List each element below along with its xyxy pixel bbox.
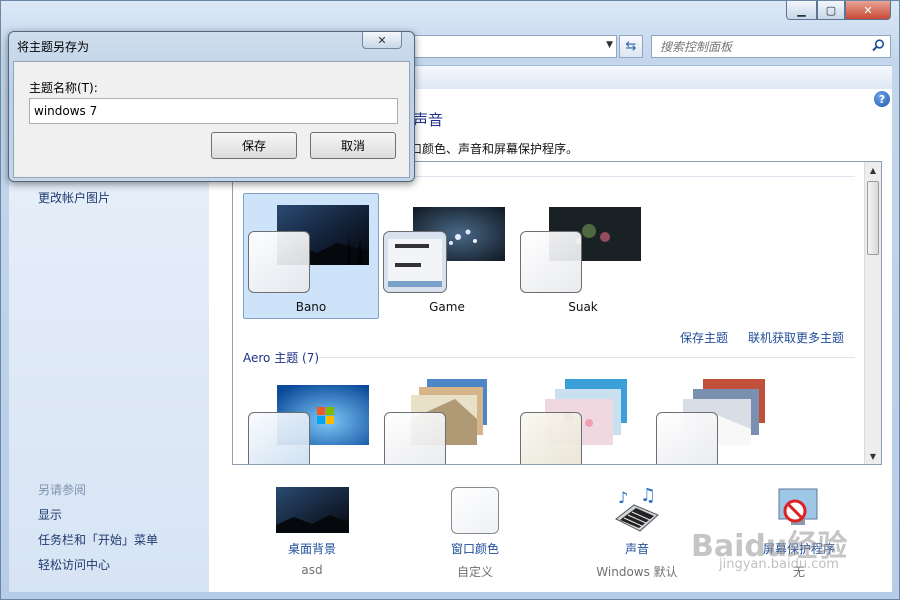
sound-icon[interactable]: ♪ ♫ xyxy=(612,487,662,533)
sidebar-link-change-picture[interactable]: 更改帐户图片 xyxy=(38,189,110,206)
desktop-background-link[interactable]: 桌面背景 xyxy=(252,540,372,557)
search-icon[interactable] xyxy=(872,39,885,56)
minimize-button[interactable]: ▁ xyxy=(786,1,817,20)
theme-name: Bano xyxy=(295,300,327,314)
get-more-themes-online-link[interactable]: 联机获取更多主题 xyxy=(748,329,844,346)
theme-name-input[interactable] xyxy=(29,98,398,124)
svg-text:♫: ♫ xyxy=(640,487,656,506)
close-button[interactable]: ✕ xyxy=(845,1,891,20)
window-color-link[interactable]: 窗口颜色 xyxy=(415,540,535,557)
aero-themes-header: Aero 主题 (7) xyxy=(243,351,320,365)
theme-list[interactable]: Bano Game Suak 保存主题 联机获取更多主题 Aero 主题 (7)… xyxy=(232,161,882,465)
window-color-preview-icon xyxy=(383,231,447,293)
dialog-close-button[interactable]: ✕ xyxy=(362,32,402,49)
page-description: 窗口颜色、声音和屏幕保护程序。 xyxy=(398,142,579,156)
window-glass-icon xyxy=(520,412,582,464)
dialog-body: 主题名称(T): 保存 取消 xyxy=(13,61,410,178)
desktop-background-value: asd xyxy=(301,563,323,577)
theme-name: Game xyxy=(429,300,465,314)
sound-link[interactable]: 声音 xyxy=(577,540,697,557)
vertical-scrollbar[interactable]: ▲ ▼ xyxy=(864,162,881,464)
caption-buttons: ▁ ▢ ✕ xyxy=(786,1,891,20)
address-dropdown-icon[interactable]: ▼ xyxy=(606,40,613,50)
save-theme-dialog: 将主题另存为 ✕ 主题名称(T): 保存 取消 xyxy=(8,31,415,182)
window-glass-icon xyxy=(384,412,446,464)
cancel-button[interactable]: 取消 xyxy=(310,132,396,159)
scroll-thumb[interactable] xyxy=(867,181,879,255)
dialog-title: 将主题另存为 xyxy=(17,40,90,54)
theme-name: Suak xyxy=(568,300,598,314)
watermark-url: jingyan.baidu.com xyxy=(719,557,839,572)
window-glass-icon xyxy=(248,231,310,293)
window-color-value: 自定义 xyxy=(456,565,493,579)
window-color-icon[interactable] xyxy=(451,487,499,534)
sound-value: Windows 默认 xyxy=(596,565,678,579)
address-bar[interactable]: ▼ xyxy=(411,35,617,58)
maximize-button[interactable]: ▢ xyxy=(817,1,845,20)
sidebar-link-taskbar[interactable]: 任务栏和「开始」菜单 xyxy=(38,531,158,548)
scroll-down-icon[interactable]: ▼ xyxy=(865,448,881,464)
scroll-up-icon[interactable]: ▲ xyxy=(865,162,881,178)
svg-text:♪: ♪ xyxy=(618,488,628,507)
sidebar-link-ease-of-access[interactable]: 轻松访问中心 xyxy=(38,556,110,573)
desktop-background-icon[interactable] xyxy=(276,487,349,533)
window-glass-icon xyxy=(520,231,582,293)
search-input[interactable] xyxy=(652,36,852,57)
window-glass-icon xyxy=(248,412,310,464)
save-button[interactable]: 保存 xyxy=(211,132,297,159)
sidebar-link-display[interactable]: 显示 xyxy=(38,506,62,523)
window-glass-icon xyxy=(656,412,718,464)
search-box[interactable] xyxy=(651,35,891,58)
divider xyxy=(319,357,855,358)
help-icon[interactable]: ? xyxy=(874,91,890,107)
save-theme-link[interactable]: 保存主题 xyxy=(680,329,728,346)
see-also-header: 另请参阅 xyxy=(38,483,87,497)
refresh-button[interactable]: ⇆ xyxy=(619,35,643,58)
theme-name-label: 主题名称(T): xyxy=(29,81,98,95)
